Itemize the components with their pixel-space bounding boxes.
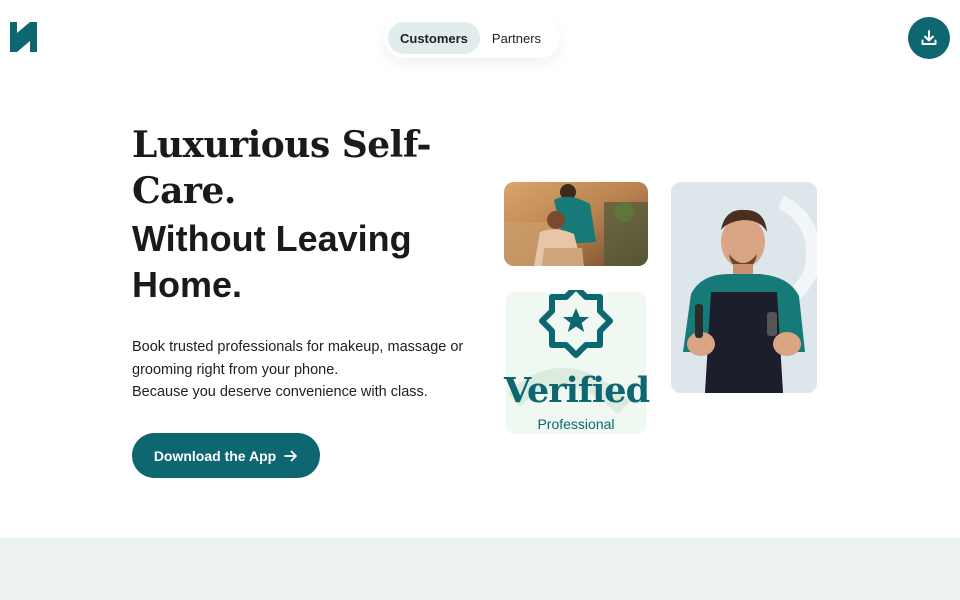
verified-title: Verified [504, 370, 650, 411]
hero-headline-secondary: Without Leaving Home. [132, 218, 412, 305]
download-app-button[interactable]: Download the App [132, 433, 320, 478]
barber-photo [671, 182, 817, 393]
download-button[interactable] [908, 17, 950, 59]
download-icon [921, 30, 937, 45]
tab-customers[interactable]: Customers [388, 22, 480, 54]
hero-description: Book trusted professionals for makeup, m… [132, 336, 482, 404]
arrow-right-icon [284, 450, 298, 461]
h-logo-icon[interactable] [10, 22, 37, 52]
next-section-band [0, 538, 960, 600]
verified-subtitle: Professional [537, 416, 615, 432]
hero-description-line: Because you deserve convenience with cla… [132, 384, 428, 400]
hero-headline-primary: Luxurious Self-Care. [132, 124, 431, 212]
audience-switcher: Customers Partners [384, 18, 560, 58]
massage-photo [504, 182, 648, 266]
star-badge-icon [506, 290, 646, 434]
tab-partners[interactable]: Partners [480, 22, 553, 54]
verified-badge: Verified Professional [504, 290, 650, 436]
hero-description-line: Book trusted professionals for makeup, m… [132, 339, 464, 378]
download-app-label: Download the App [153, 447, 277, 464]
